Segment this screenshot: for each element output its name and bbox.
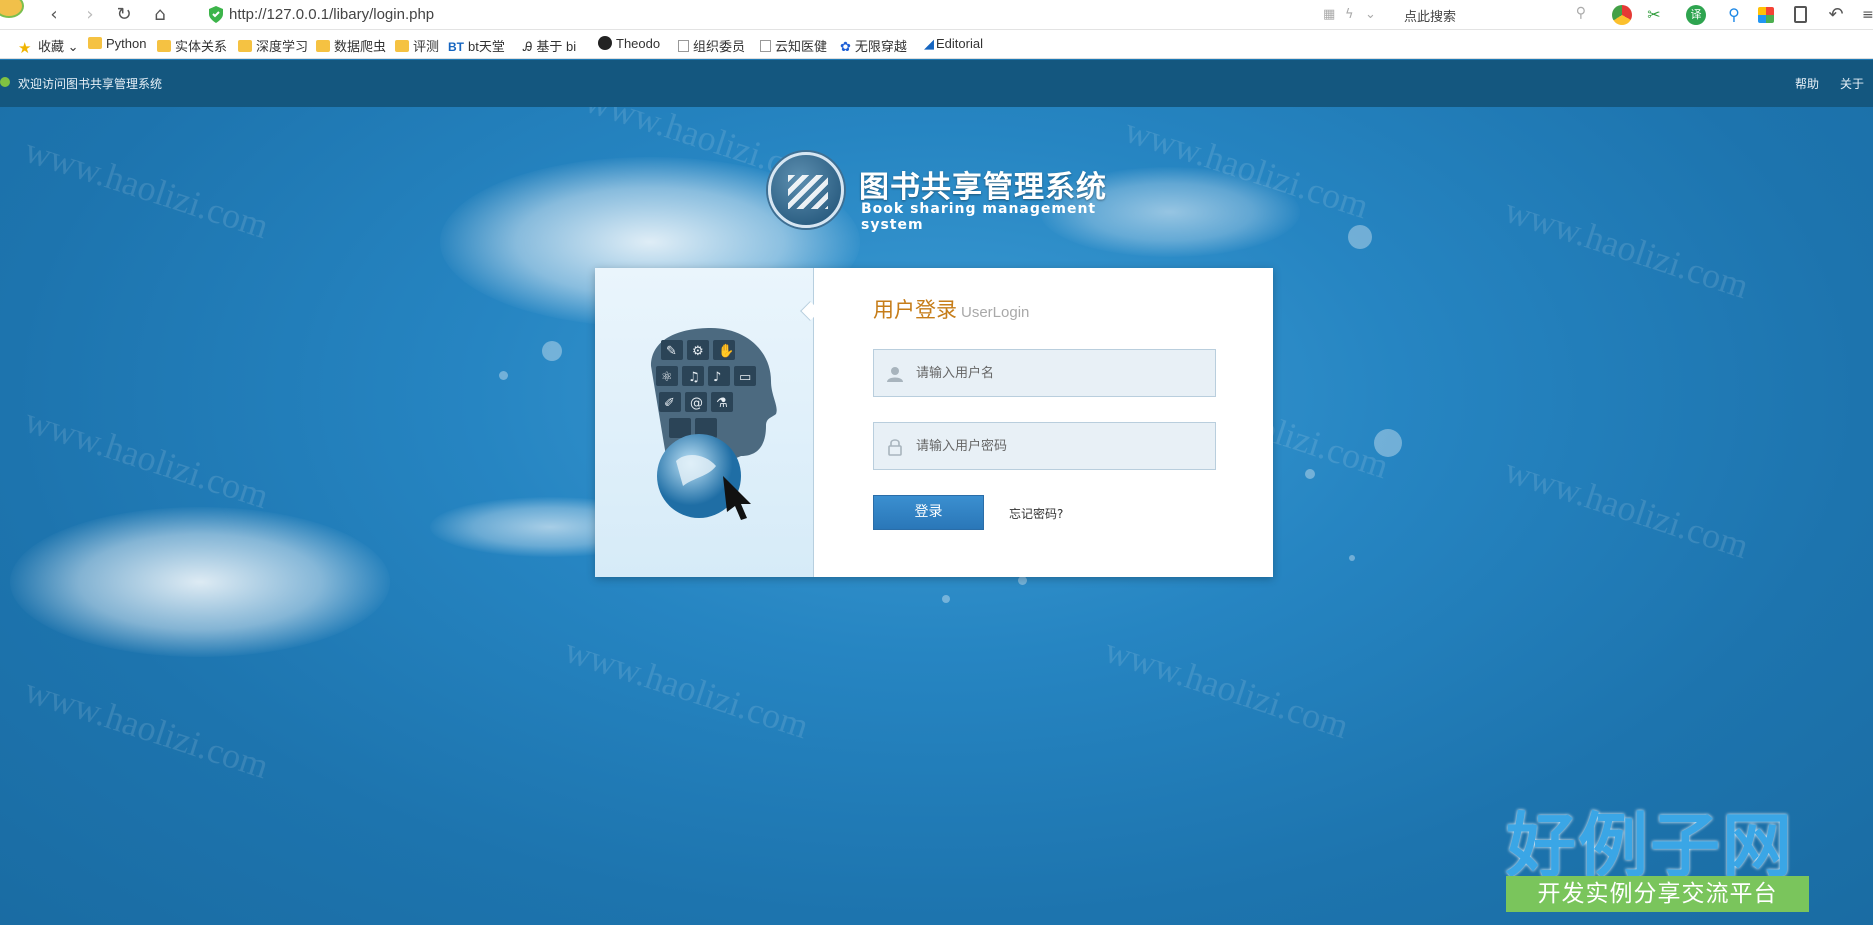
system-title: 图书共享管理系统 (859, 170, 1107, 205)
svg-text:▭: ▭ (739, 370, 751, 385)
github-icon (598, 36, 612, 50)
bookmark-theodo[interactable]: Theodo (598, 36, 660, 51)
svg-text:⚗: ⚗ (716, 396, 728, 411)
welcome-text: 欢迎访问图书共享管理系统 (18, 77, 163, 91)
bookmark-python[interactable]: Python (88, 36, 146, 51)
bookmarks-bar: ★ 收藏 ⌄ Python 实体关系 深度学习 数据爬虫 评测 BT bt天堂 Ꭿ基… (0, 30, 1873, 59)
watermark-text: www.haolizi.com (1500, 449, 1754, 567)
search-icon[interactable]: ⚲ (1576, 5, 1586, 21)
magnifier-icon[interactable]: ⚲ (1724, 5, 1744, 25)
cloud-decoration (10, 507, 390, 657)
link-icon: Ꭿ (523, 39, 533, 54)
folder-icon (395, 40, 409, 52)
scissors-icon[interactable]: ✂ (1644, 5, 1664, 25)
library-emblem-icon (768, 152, 844, 228)
help-link[interactable]: 帮助 (1795, 75, 1819, 92)
brand-tagline: 开发实例分享交流平台 (1506, 876, 1809, 912)
bookmark-editorial[interactable]: ◢ Editorial (924, 36, 983, 52)
svg-text:⚙: ⚙ (692, 344, 704, 359)
bookmark-yunzhi[interactable]: 云知医健 (760, 36, 827, 55)
site-header: 欢迎访问图书共享管理系统 帮助 关于 (0, 60, 1873, 107)
browser-toolbar: ‹ › ↻ ⌂ http://127.0.0.1/libary/login.ph… (0, 0, 1873, 30)
browser-logo-icon (0, 0, 24, 18)
bubble-decoration (1349, 555, 1355, 561)
security-shield-icon (209, 6, 223, 23)
system-subtitle: Book sharing management system (861, 201, 1097, 233)
svg-text:✐: ✐ (664, 396, 675, 411)
bubble-decoration (1305, 469, 1315, 479)
watermark-text: www.haolizi.com (1500, 189, 1754, 307)
folder-icon (238, 40, 252, 52)
paw-icon: ✿ (840, 39, 851, 54)
bookmark-committee[interactable]: 组织委员 (678, 36, 745, 55)
bookmark-based-on[interactable]: Ꭿ 基于 bi (523, 36, 576, 55)
watermark-text: www.haolizi.com (560, 629, 814, 747)
bookmark-bt[interactable]: BT bt天堂 (448, 36, 505, 55)
undo-icon[interactable]: ↶ (1826, 5, 1846, 25)
user-icon (887, 367, 903, 382)
qr-icon[interactable]: ▦ (1323, 7, 1335, 22)
lightning-icon[interactable]: ϟ (1345, 7, 1354, 22)
bookmark-review[interactable]: 评测 (395, 36, 439, 55)
chevron-down-icon[interactable]: ⌄ (1365, 7, 1376, 22)
head-globe-illustration-icon: ✎ ⚙ ✋ ⚛ ♫ ♪ ▭ ✐ @ ⚗ (651, 328, 777, 520)
watermark-text: www.haolizi.com (1100, 629, 1354, 747)
page-icon (678, 40, 689, 52)
bubble-decoration (499, 371, 508, 380)
login-illustration-pane: ✎ ⚙ ✋ ⚛ ♫ ♪ ▭ ✐ @ ⚗ (595, 268, 814, 577)
login-button[interactable]: 登录 (873, 495, 984, 530)
chrome-icon[interactable] (1612, 5, 1632, 25)
tablet-icon[interactable] (1794, 6, 1807, 23)
search-box[interactable]: 点此搜索 ⚲ (1392, 3, 1592, 27)
bubble-decoration (1348, 225, 1372, 249)
folder-icon (316, 40, 330, 52)
menu-icon[interactable]: ≡ (1862, 5, 1873, 25)
forgot-password-link[interactable]: 忘记密码? (1009, 505, 1063, 522)
password-input[interactable] (916, 423, 1206, 469)
folder-icon (157, 40, 171, 52)
brand-watermark: 好例子网 开发实例分享交流平台 (1498, 790, 1818, 920)
bookmark-crawler[interactable]: 数据爬虫 (316, 36, 386, 55)
back-icon[interactable]: ‹ (42, 3, 66, 27)
page-icon (760, 40, 771, 52)
username-field[interactable] (873, 349, 1216, 397)
bookmark-entity[interactable]: 实体关系 (157, 36, 227, 55)
login-panel: ✎ ⚙ ✋ ⚛ ♫ ♪ ▭ ✐ @ ⚗ 用户登录UserLogin 登录 忘记密码? (595, 268, 1273, 577)
bubble-decoration (1018, 576, 1027, 585)
watermark-text: www.haolizi.com (20, 399, 274, 517)
forward-icon[interactable]: › (78, 3, 102, 27)
username-input[interactable] (916, 350, 1206, 396)
bubble-decoration (942, 595, 950, 603)
bt-icon: BT (448, 40, 464, 54)
bubble-decoration (542, 341, 562, 361)
search-placeholder: 点此搜索 (1404, 10, 1457, 25)
svg-text:♪: ♪ (713, 370, 721, 385)
watermark-text: www.haolizi.com (20, 129, 274, 247)
url-text[interactable]: http://127.0.0.1/libary/login.php (229, 4, 434, 26)
play-dot-icon (0, 77, 10, 87)
translate-icon[interactable]: 译 (1686, 5, 1706, 25)
about-link[interactable]: 关于 (1840, 75, 1864, 92)
login-heading-en: UserLogin (961, 304, 1030, 321)
editorial-icon: ◢ (924, 36, 934, 51)
apps-icon[interactable] (1758, 7, 1774, 23)
svg-text:✎: ✎ (666, 344, 677, 359)
password-field[interactable] (873, 422, 1216, 470)
watermark-text: www.haolizi.com (20, 669, 274, 787)
folder-icon (88, 37, 102, 49)
login-heading: 用户登录 UserLogin (873, 298, 1030, 322)
bookmark-favorites[interactable]: ★ 收藏 ⌄ (18, 36, 79, 57)
reload-icon[interactable]: ↻ (112, 3, 136, 27)
svg-text:♫: ♫ (688, 370, 700, 385)
bookmark-deep-learning[interactable]: 深度学习 (238, 36, 308, 55)
svg-text:✋: ✋ (718, 343, 734, 359)
address-bar[interactable]: http://127.0.0.1/libary/login.php ▦ ϟ ⌄ (205, 4, 1385, 26)
bookmark-infinite[interactable]: ✿ 无限穿越 (840, 36, 907, 55)
svg-text:@: @ (690, 396, 703, 411)
star-icon: ★ (18, 40, 32, 57)
home-icon[interactable]: ⌂ (148, 3, 172, 27)
svg-text:⚛: ⚛ (661, 370, 673, 385)
system-logo: 图书共享管理系统 Book sharing management system (768, 150, 1128, 233)
lock-icon (888, 439, 902, 456)
